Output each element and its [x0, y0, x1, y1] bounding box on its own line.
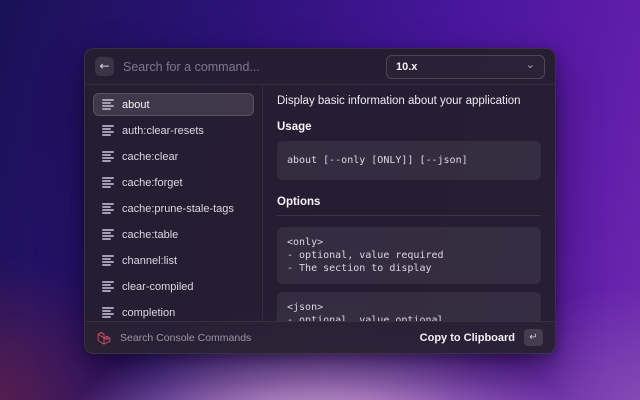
command-lines-icon — [102, 99, 114, 110]
command-lines-icon — [102, 281, 114, 292]
option-block-json: <json> - optional, value optional - Outp… — [277, 292, 541, 321]
option-line: - optional, value required — [287, 250, 444, 261]
options-divider — [277, 215, 541, 216]
option-line: - The section to display — [287, 263, 432, 274]
command-item-label: clear-compiled — [122, 281, 194, 293]
topbar: ← 10.x ⌄ — [85, 49, 555, 85]
version-select[interactable]: 10.x ⌄ — [386, 55, 545, 79]
command-lines-icon — [102, 203, 114, 214]
command-lines-icon — [102, 151, 114, 162]
command-lines-icon — [102, 307, 114, 318]
command-item-label: cache:forget — [122, 177, 183, 189]
command-item-completion[interactable]: completion — [93, 301, 254, 321]
command-lines-icon — [102, 177, 114, 188]
usage-code-block: about [--only [ONLY]] [--json] — [277, 141, 541, 180]
return-arrow-icon: ↵ — [529, 332, 537, 343]
laravel-logo-icon — [97, 331, 111, 345]
footer: Search Console Commands Copy to Clipboar… — [85, 321, 555, 353]
command-item-label: cache:prune-stale-tags — [122, 203, 234, 215]
version-select-value: 10.x — [396, 61, 417, 73]
command-item-cache-clear[interactable]: cache:clear — [93, 145, 254, 168]
command-item-label: channel:list — [122, 255, 177, 267]
command-item-cache-table[interactable]: cache:table — [93, 223, 254, 246]
command-item-label: cache:clear — [122, 151, 178, 163]
command-description: Display basic information about your app… — [277, 95, 541, 107]
command-item-cache-prune-stale-tags[interactable]: cache:prune-stale-tags — [93, 197, 254, 220]
command-item-label: cache:table — [122, 229, 178, 241]
option-block-only: <only> - optional, value required - The … — [277, 227, 541, 284]
enter-key-badge[interactable]: ↵ — [524, 329, 543, 346]
options-heading: Options — [277, 196, 541, 208]
command-item-about[interactable]: about — [93, 93, 254, 116]
search-input[interactable] — [123, 60, 377, 74]
option-name: <json> — [287, 302, 323, 313]
command-item-channel-list[interactable]: channel:list — [93, 249, 254, 272]
command-item-label: auth:clear-resets — [122, 125, 204, 137]
command-lines-icon — [102, 125, 114, 136]
main-body: about auth:clear-resets cache:clear cach… — [85, 85, 555, 321]
copy-to-clipboard-label[interactable]: Copy to Clipboard — [420, 332, 515, 344]
command-item-label: about — [122, 99, 150, 111]
usage-heading: Usage — [277, 121, 541, 133]
option-name: <only> — [287, 237, 323, 248]
command-list: about auth:clear-resets cache:clear cach… — [85, 85, 263, 321]
chevron-down-icon: ⌄ — [526, 59, 535, 70]
command-palette-window: ← 10.x ⌄ about auth:clear-resets cache:c… — [84, 48, 556, 354]
footer-app-title: Search Console Commands — [120, 332, 411, 344]
command-item-label: completion — [122, 307, 175, 319]
command-item-cache-forget[interactable]: cache:forget — [93, 171, 254, 194]
back-button[interactable]: ← — [95, 57, 114, 76]
command-lines-icon — [102, 255, 114, 266]
command-lines-icon — [102, 229, 114, 240]
command-detail-pane: Display basic information about your app… — [263, 85, 555, 321]
command-item-clear-compiled[interactable]: clear-compiled — [93, 275, 254, 298]
command-item-auth-clear-resets[interactable]: auth:clear-resets — [93, 119, 254, 142]
back-arrow-icon: ← — [99, 57, 109, 76]
